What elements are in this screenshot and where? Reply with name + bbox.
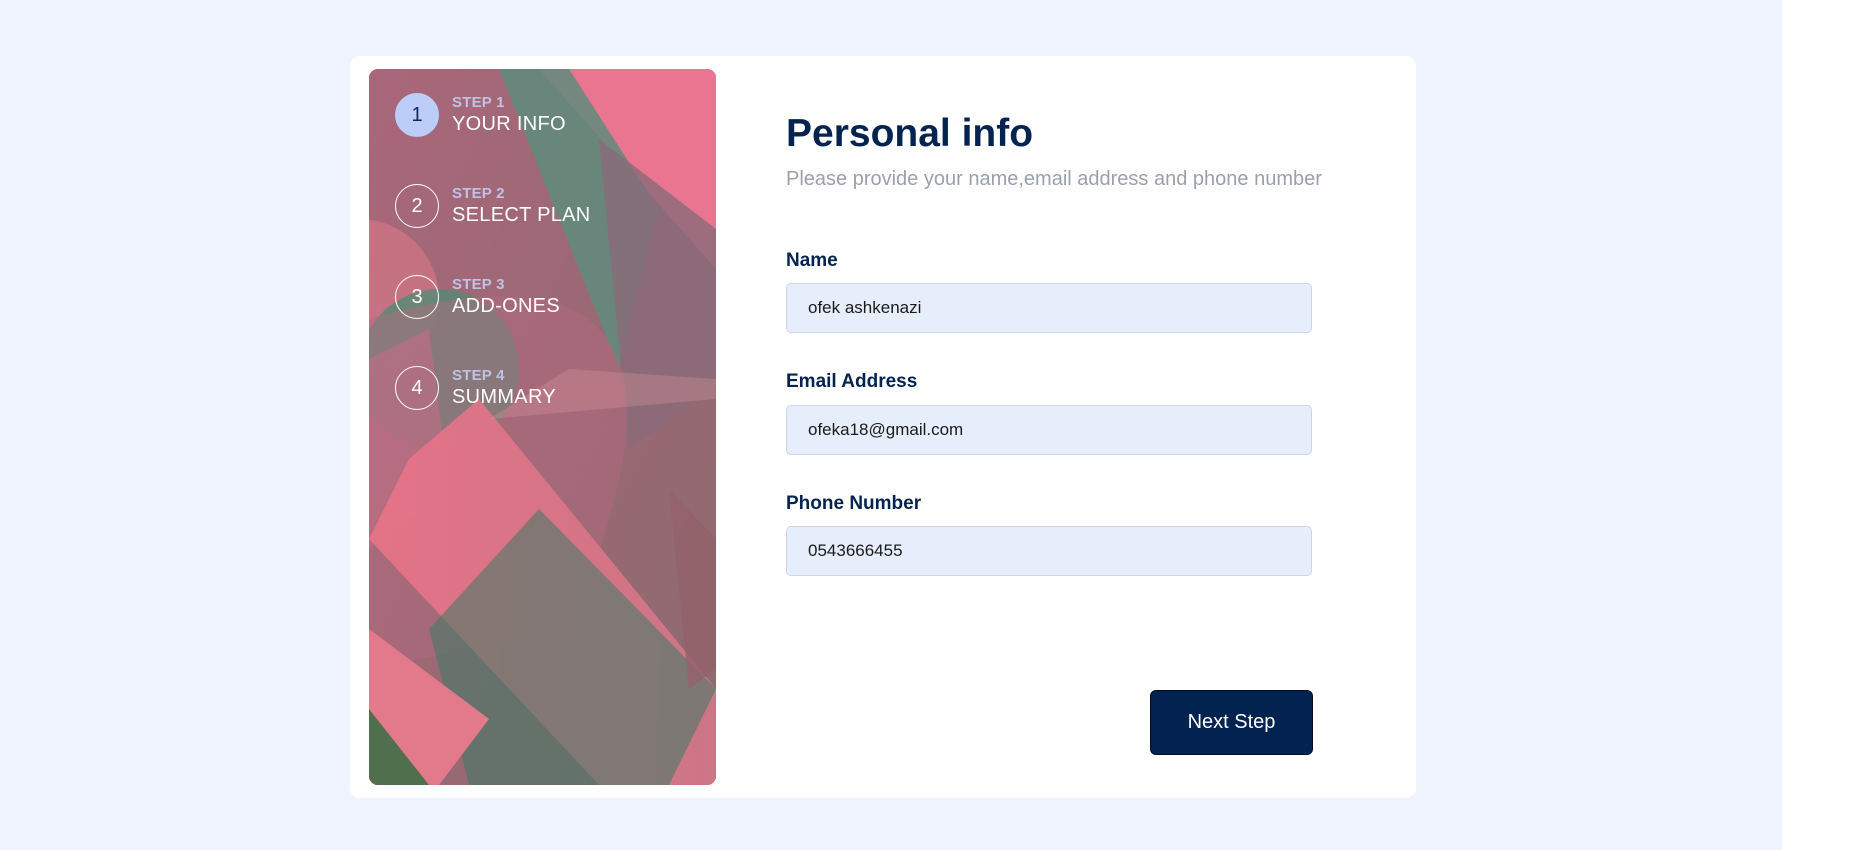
step-number-badge: 1 [395,93,439,137]
personal-info-form: Personal info Please provide your name,e… [786,56,1346,798]
step-label: STEP 2 [452,185,505,202]
phone-input[interactable] [786,526,1312,576]
sidebar-background-pattern [369,69,716,785]
step-title: SUMMARY [452,386,556,408]
page-title: Personal info [786,112,1034,155]
email-label: Email Address [786,371,918,392]
step-number-badge: 2 [395,184,439,228]
phone-label: Phone Number [786,493,922,514]
step-number-badge: 3 [395,275,439,319]
email-input[interactable] [786,405,1312,455]
name-input[interactable] [786,283,1312,333]
step-title: ADD-ONES [452,295,560,317]
steps-sidebar: 1 STEP 1 YOUR INFO 2 STEP 2 SELECT PLAN … [369,69,716,785]
name-label: Name [786,250,838,271]
step-item-your-info[interactable]: 1 STEP 1 YOUR INFO [395,93,695,139]
page-subtitle: Please provide your name,email address a… [786,168,1322,190]
step-item-summary[interactable]: 4 STEP 4 SUMMARY [395,366,695,412]
step-title: SELECT PLAN [452,204,591,226]
step-title: YOUR INFO [452,113,566,135]
step-label: STEP 4 [452,367,505,384]
form-card: 1 STEP 1 YOUR INFO 2 STEP 2 SELECT PLAN … [350,56,1416,798]
step-label: STEP 1 [452,94,505,111]
step-label: STEP 3 [452,276,505,293]
step-number-badge: 4 [395,366,439,410]
next-step-button[interactable]: Next Step [1150,690,1313,755]
step-item-add-ones[interactable]: 3 STEP 3 ADD-ONES [395,275,695,321]
step-item-select-plan[interactable]: 2 STEP 2 SELECT PLAN [395,184,695,230]
